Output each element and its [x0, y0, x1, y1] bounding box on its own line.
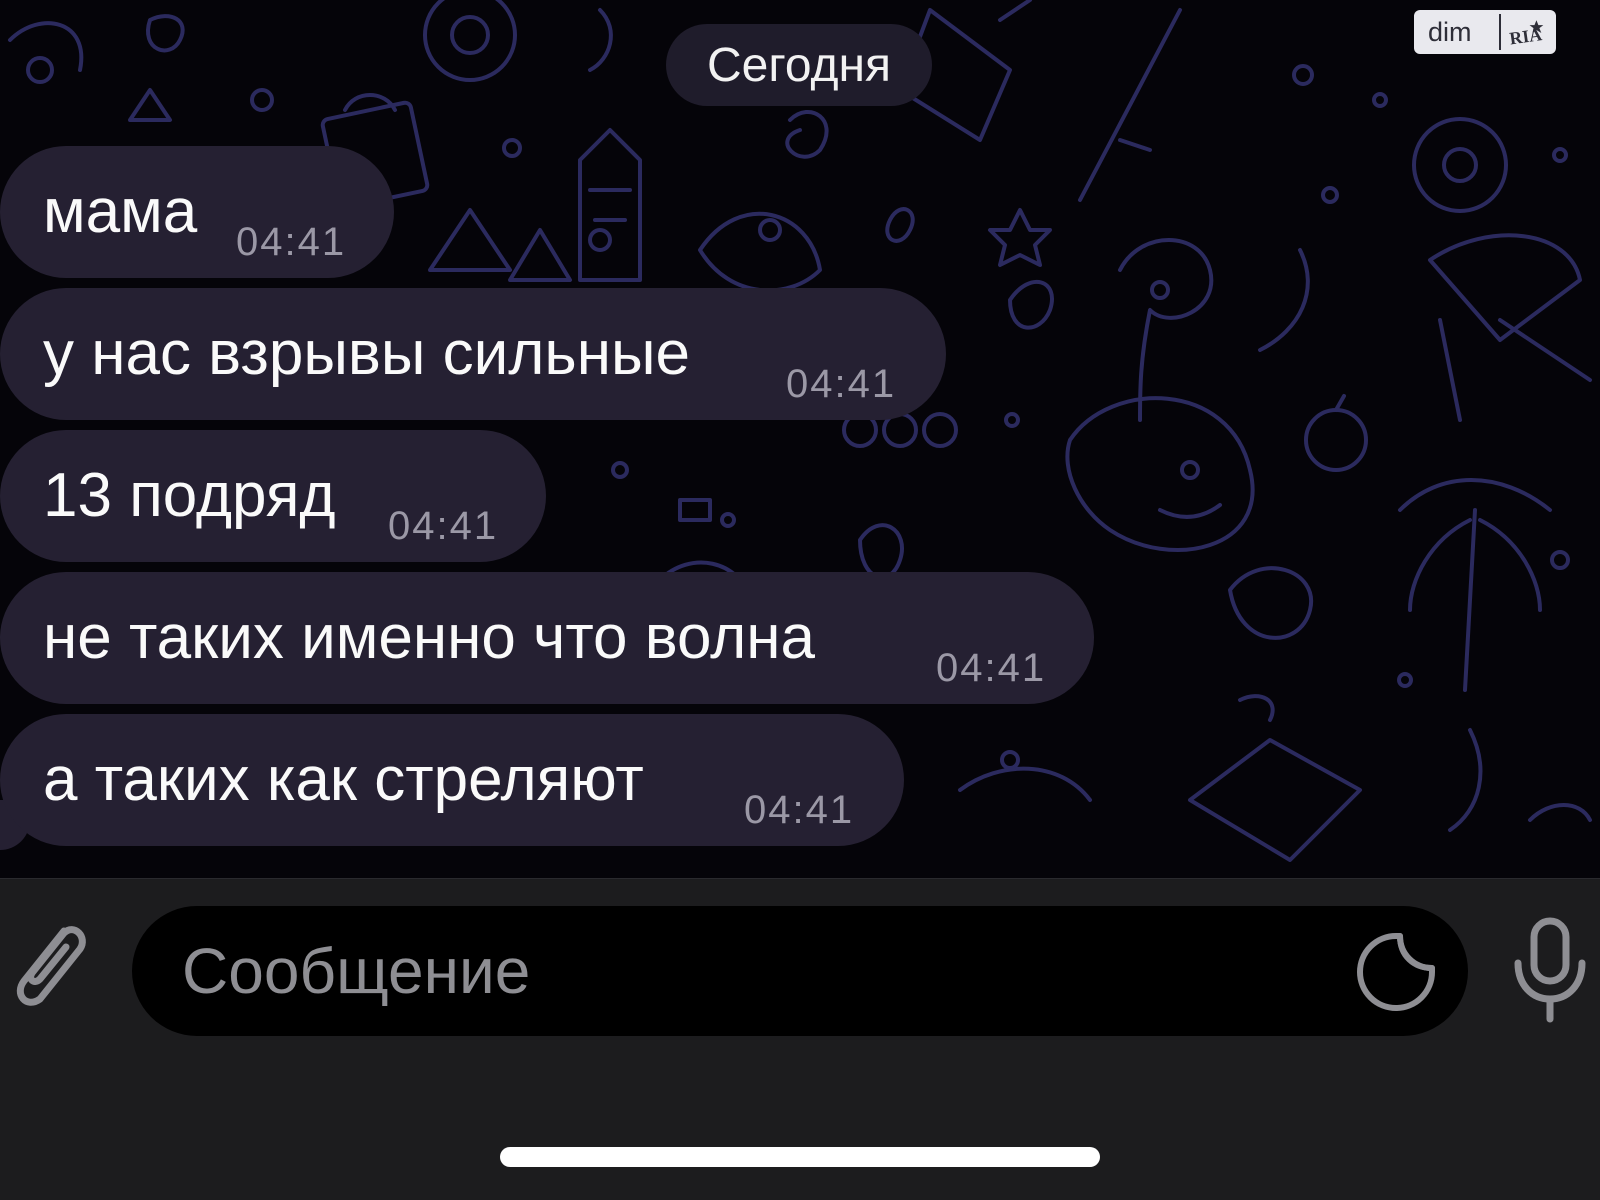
- message-bubble[interactable]: мама 04:41: [0, 146, 394, 278]
- message-text: у нас взрывы сильные: [43, 319, 691, 388]
- date-separator-label: Сегодня: [707, 38, 891, 92]
- paperclip-icon[interactable]: [2, 909, 92, 1019]
- microphone-icon[interactable]: [1510, 915, 1590, 1025]
- message-time: 04:41: [388, 504, 499, 548]
- message-bubble[interactable]: 13 подряд 04:41: [0, 430, 546, 562]
- watermark-text: dim: [1428, 16, 1472, 47]
- message-input[interactable]: [182, 926, 1332, 1016]
- home-indicator[interactable]: [500, 1147, 1100, 1167]
- message-input-container[interactable]: [132, 906, 1468, 1036]
- message-time: 04:41: [236, 220, 347, 264]
- telegram-chat-screen: Сегодня dim RIA мама 04:41 у нас взрывы …: [0, 0, 1600, 1200]
- message-composer-bar: [0, 878, 1600, 1200]
- message-text: не таких именно что волна: [43, 603, 816, 672]
- message-text: а таких как стреляют: [43, 745, 644, 814]
- ria-logo-icon: RIA: [1498, 14, 1543, 50]
- message-time: 04:41: [936, 646, 1047, 690]
- watermark-badge: dim RIA: [1414, 10, 1556, 54]
- message-bubble[interactable]: а таких как стреляют 04:41: [0, 714, 904, 846]
- message-time: 04:41: [786, 362, 897, 406]
- date-separator: Сегодня: [666, 24, 932, 106]
- sticker-icon[interactable]: [1356, 932, 1436, 1012]
- message-bubble[interactable]: у нас взрывы сильные 04:41: [0, 288, 946, 420]
- message-text: мама: [43, 177, 198, 246]
- message-text: 13 подряд: [43, 461, 336, 530]
- chat-message-area[interactable]: Сегодня dim RIA мама 04:41 у нас взрывы …: [0, 0, 1600, 878]
- message-bubble[interactable]: не таких именно что волна 04:41: [0, 572, 1094, 704]
- message-time: 04:41: [744, 788, 855, 832]
